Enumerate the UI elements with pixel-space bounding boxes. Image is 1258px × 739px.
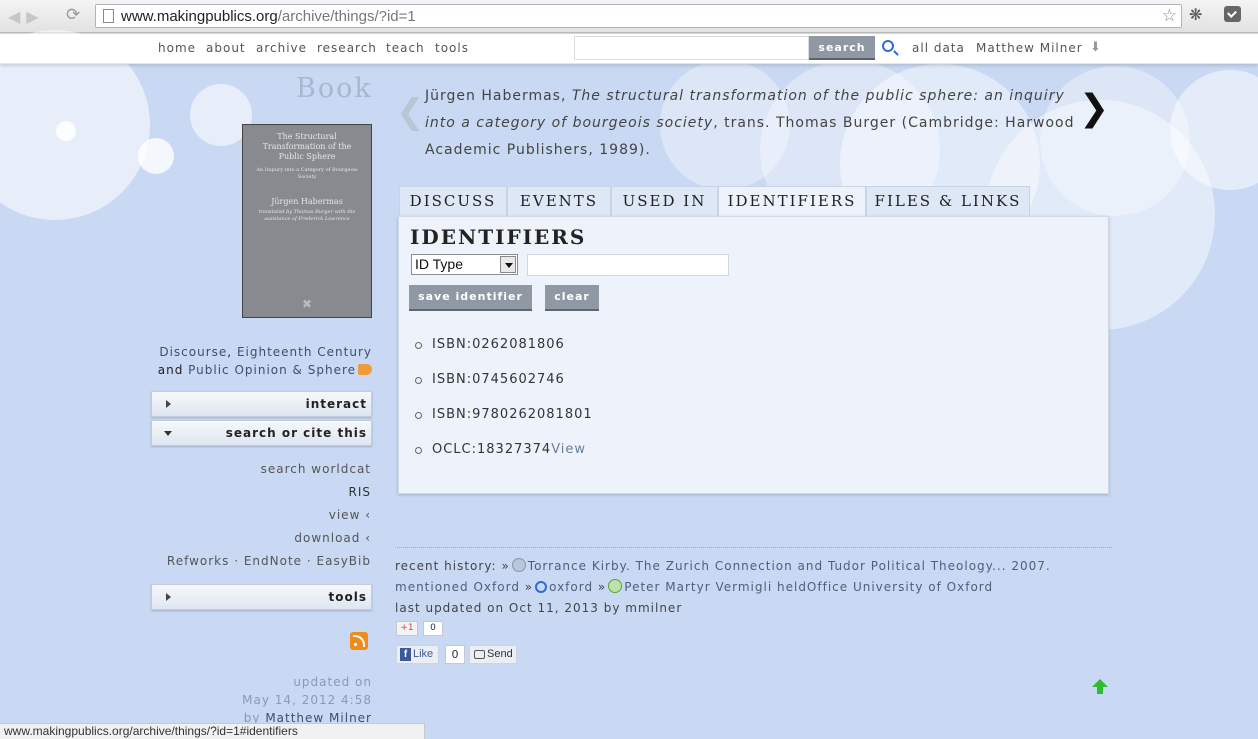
updated-info: updated on May 14, 2012 4:58 by Matthew … — [242, 675, 372, 725]
browser-toolbar: ◀▶ ⟳ www.makingpublics.org/archive/thing… — [0, 0, 1258, 33]
address-bar[interactable]: www.makingpublics.org/archive/things/?id… — [95, 4, 1182, 28]
panel-interact[interactable]: interact — [151, 391, 372, 417]
book-cover-image: The Structural Transformation of the Pub… — [242, 124, 372, 318]
tag-eighteenth-century[interactable]: Eighteenth Century — [237, 345, 372, 359]
triangle-down-icon — [164, 431, 172, 436]
cite-links: search worldcat RIS view ‹ download ‹ Re… — [150, 460, 371, 575]
search-input[interactable] — [574, 36, 809, 60]
refworks-link[interactable]: Refworks — [167, 554, 230, 568]
tag-list: Discourse, Eighteenth Century and Public… — [157, 345, 372, 377]
tab-events[interactable]: EVENTS — [507, 186, 611, 217]
view-link[interactable]: View — [551, 442, 586, 457]
identifiers-heading: IDENTIFIERS — [410, 225, 587, 249]
list-item: ISBN:9780262081801 — [413, 407, 593, 442]
tag-public-opinion[interactable]: Public Opinion & Sphere — [188, 363, 356, 377]
nav-about[interactable]: about — [206, 41, 246, 55]
panel-search-cite[interactable]: search or cite this — [151, 420, 372, 446]
facebook-like-count: 0 — [445, 645, 465, 664]
tag-discourse[interactable]: Discourse — [159, 345, 227, 359]
nav-research[interactable]: research — [317, 41, 377, 55]
easybib-link[interactable]: EasyBib — [317, 554, 371, 568]
google-plus-button[interactable]: +1 — [396, 621, 418, 636]
identifiers-panel: IDENTIFIERS ID Type save identifier clea… — [398, 216, 1109, 494]
facebook-send-button[interactable]: Send — [469, 645, 517, 664]
endnote-link[interactable]: EndNote — [244, 554, 302, 568]
download-toggle[interactable]: download ‹ — [150, 529, 371, 552]
url-text[interactable]: www.makingpublics.org/archive/things/?id… — [121, 8, 416, 25]
ris-link[interactable]: RIS — [150, 483, 371, 506]
tab-discuss[interactable]: DISCUSS — [399, 186, 507, 217]
search-worldcat-link[interactable]: search worldcat — [150, 460, 371, 483]
nav-archive[interactable]: archive — [256, 41, 307, 55]
previous-item-icon[interactable]: ❮ — [396, 92, 425, 132]
status-bar: www.makingpublics.org/archive/things/?id… — [0, 723, 425, 739]
arrow-down-icon[interactable]: ⬇ — [1090, 40, 1101, 55]
search-icon — [535, 581, 548, 593]
save-identifier-button[interactable]: save identifier — [409, 285, 532, 311]
history-item[interactable]: oxford — [549, 580, 593, 594]
export-links: Refworks · EndNote · EasyBib — [166, 554, 371, 568]
page-icon — [103, 9, 114, 23]
all-data-link[interactable]: all data — [912, 41, 965, 55]
identifier-input[interactable] — [527, 254, 729, 276]
back-forward-icon[interactable]: ◀▶ — [8, 7, 45, 26]
tab-identifiers[interactable]: IDENTIFIERS — [718, 186, 866, 218]
list-item: ISBN:0745602746 — [413, 372, 593, 407]
recent-history: recent history: » Torrance Kirby. The Zur… — [395, 558, 1051, 615]
next-item-icon[interactable]: ❯ — [1079, 88, 1109, 129]
bookmark-star-icon[interactable]: ☆ — [1162, 6, 1177, 26]
list-item: ISBN:0262081806 — [413, 337, 593, 372]
thing-icon — [511, 558, 526, 572]
identifier-list: ISBN:0262081806 ISBN:0745602746 ISBN:978… — [413, 337, 593, 477]
divider — [395, 547, 1112, 548]
rss-icon[interactable] — [350, 632, 368, 650]
dropdown-arrow-icon[interactable] — [500, 256, 516, 273]
add-relation-icon — [608, 579, 623, 593]
citation-text: Jürgen Habermas, The structural transfor… — [425, 88, 1075, 158]
reload-icon[interactable]: ⟳ — [66, 5, 80, 25]
tab-files-links[interactable]: FILES & LINKS — [866, 186, 1030, 217]
history-item[interactable]: Peter Martyr Vermigli heldOffice Univers… — [624, 580, 993, 594]
nav-teach[interactable]: teach — [386, 41, 425, 55]
triangle-right-icon — [166, 400, 171, 408]
site-navbar: home about archive research teach tools … — [0, 34, 1258, 64]
extension-bug-icon[interactable]: ❋ — [1189, 5, 1202, 24]
view-toggle[interactable]: view ‹ — [150, 506, 371, 529]
google-plus-count: 0 — [423, 621, 443, 636]
id-type-select[interactable]: ID Type — [411, 254, 518, 275]
clear-button[interactable]: clear — [545, 285, 599, 311]
last-updated: last updated on Oct 11, 2013 by mmilner — [395, 601, 683, 615]
publisher-logo-icon: ✖ — [301, 297, 313, 311]
search-button[interactable]: search — [809, 36, 875, 60]
triangle-right-icon — [166, 593, 171, 601]
tab-used-in[interactable]: USED IN — [611, 186, 718, 217]
nav-home[interactable]: home — [158, 41, 196, 55]
tag-icon — [358, 364, 372, 375]
nav-tools[interactable]: tools — [435, 41, 469, 55]
item-type: Book — [296, 73, 373, 104]
user-menu[interactable]: Matthew Milner — [976, 41, 1083, 55]
search-icon[interactable] — [882, 40, 894, 52]
panel-tools[interactable]: tools — [151, 584, 372, 610]
list-item: OCLC:18327374View — [413, 442, 593, 477]
facebook-like-button[interactable]: Like — [396, 645, 439, 664]
back-to-top-icon[interactable] — [1092, 679, 1108, 694]
pocket-icon[interactable] — [1224, 6, 1241, 22]
